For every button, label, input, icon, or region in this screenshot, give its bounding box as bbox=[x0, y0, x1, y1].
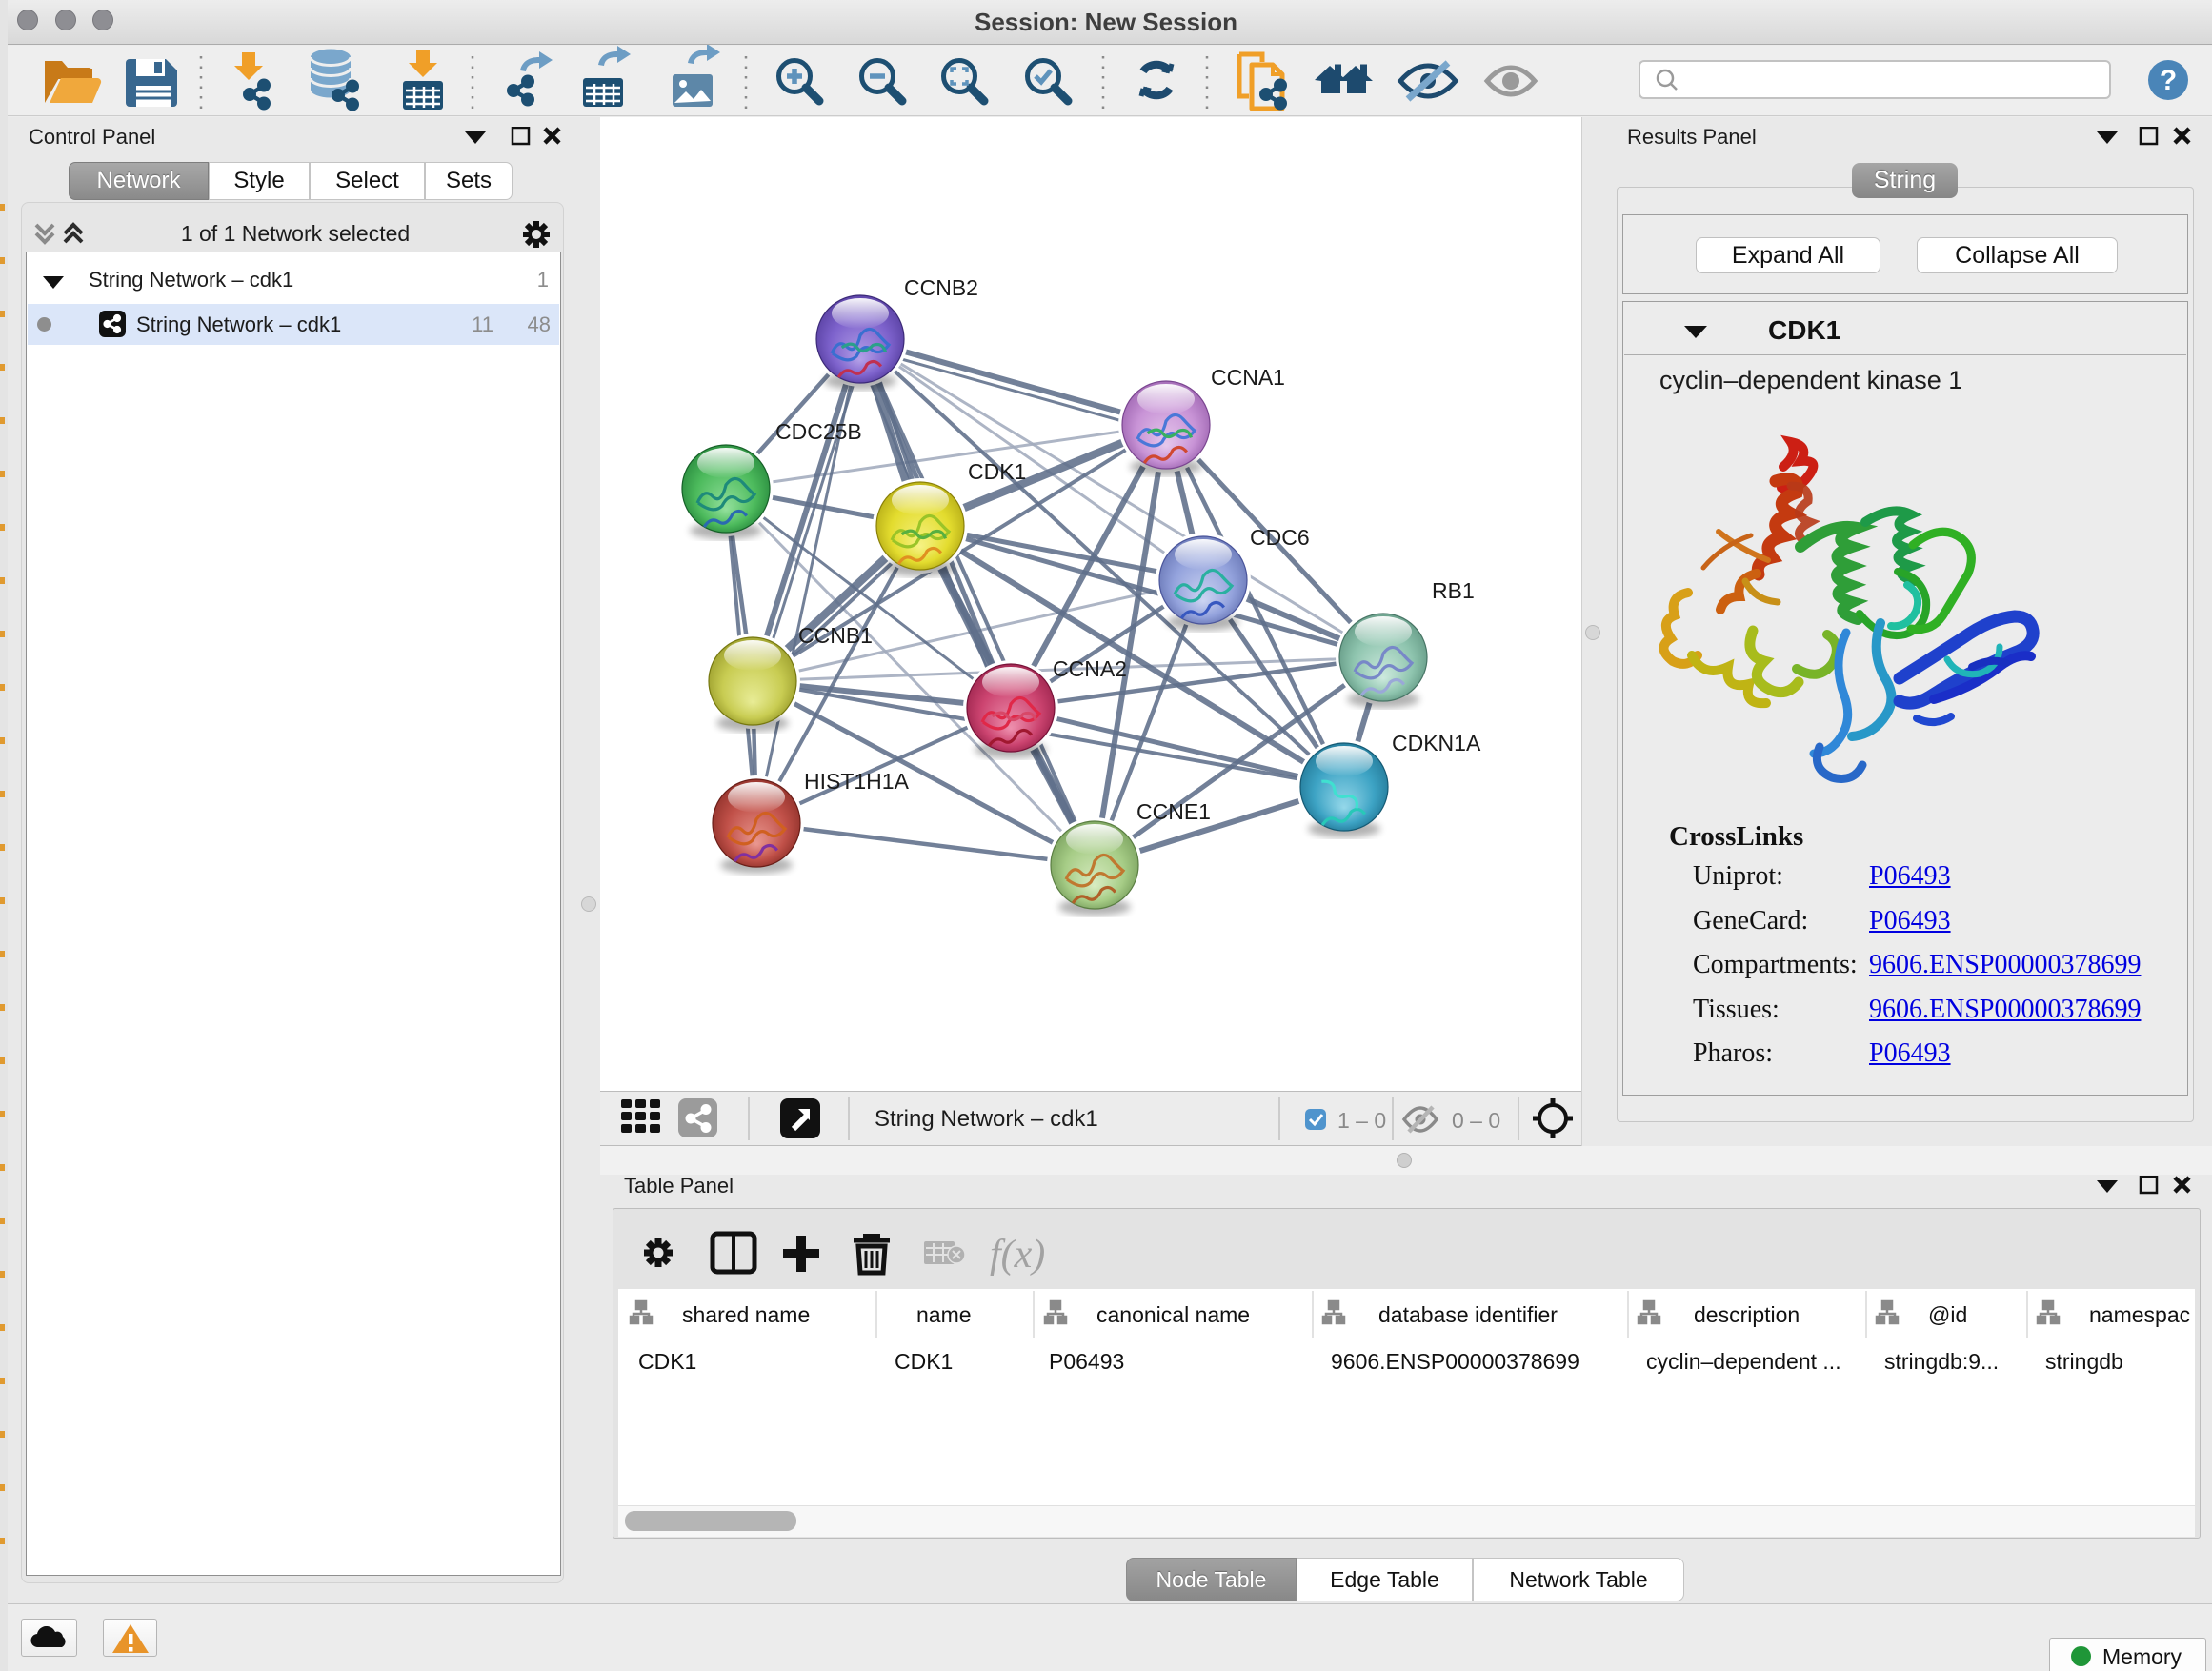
svg-text:CCNB1: CCNB1 bbox=[798, 623, 873, 648]
svg-text:CCNA2: CCNA2 bbox=[1053, 656, 1127, 681]
svg-text:f(x): f(x) bbox=[990, 1233, 1045, 1277]
svg-text:stringdb:9...: stringdb:9... bbox=[1884, 1349, 1999, 1374]
svg-text:9606.ENSP00000378699: 9606.ENSP00000378699 bbox=[1331, 1349, 1579, 1374]
svg-text:CDC6: CDC6 bbox=[1250, 525, 1310, 550]
svg-text:CCNA1: CCNA1 bbox=[1211, 365, 1285, 390]
svg-text:@id: @id bbox=[1928, 1302, 1967, 1327]
svg-text:database identifier: database identifier bbox=[1378, 1302, 1558, 1327]
svg-text:canonical name: canonical name bbox=[1096, 1302, 1250, 1327]
svg-text:CDK1: CDK1 bbox=[968, 459, 1026, 484]
svg-text:CDK1: CDK1 bbox=[638, 1349, 696, 1374]
svg-text:name: name bbox=[916, 1302, 972, 1327]
svg-text:stringdb: stringdb bbox=[2045, 1349, 2123, 1374]
svg-text:CCNB2: CCNB2 bbox=[904, 275, 978, 300]
svg-text:namespac: namespac bbox=[2089, 1302, 2190, 1327]
svg-text:CDK1: CDK1 bbox=[895, 1349, 953, 1374]
svg-text:P06493: P06493 bbox=[1049, 1349, 1124, 1374]
svg-text:CDC25B: CDC25B bbox=[775, 419, 862, 444]
svg-text:HIST1H1A: HIST1H1A bbox=[804, 769, 910, 794]
svg-text:description: description bbox=[1694, 1302, 1800, 1327]
svg-text:cyclin–dependent ...: cyclin–dependent ... bbox=[1646, 1349, 1841, 1374]
svg-text:CCNE1: CCNE1 bbox=[1136, 799, 1211, 824]
svg-text:shared name: shared name bbox=[682, 1302, 810, 1327]
svg-text:?: ? bbox=[2160, 65, 2177, 96]
svg-text:CDKN1A: CDKN1A bbox=[1392, 731, 1481, 755]
svg-text:RB1: RB1 bbox=[1432, 578, 1475, 603]
